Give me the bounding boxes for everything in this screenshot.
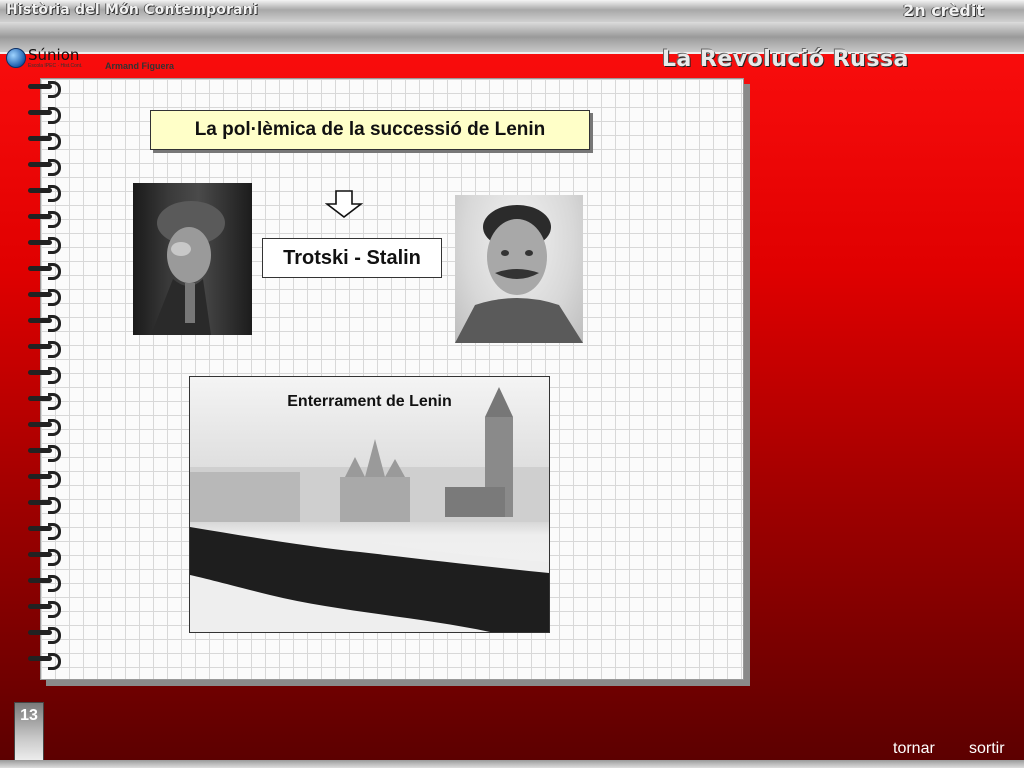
spiral-ring <box>28 210 64 228</box>
spiral-ring <box>28 600 64 618</box>
spiral-ring <box>28 106 64 124</box>
spiral-ring <box>28 626 64 644</box>
spiral-ring <box>28 262 64 280</box>
spiral-ring <box>28 158 64 176</box>
logo-text: Súnion <box>28 46 80 64</box>
trotski-photo <box>133 183 252 335</box>
spiral-ring <box>28 288 64 306</box>
header-top-bar: Història del Món Contemporani 2n crèdit <box>0 0 1024 23</box>
spiral-ring <box>28 574 64 592</box>
logo-subtext: Escola IPEC · Hist.Cont. <box>28 63 83 69</box>
arrow-down-icon <box>325 190 363 218</box>
spiral-ring <box>28 314 64 332</box>
spiral-ring <box>28 340 64 358</box>
spiral-ring <box>28 366 64 384</box>
spiral-ring <box>28 548 64 566</box>
slide-title: La pol·lèmica de la successió de Lenin <box>150 110 590 150</box>
globe-icon <box>6 48 26 68</box>
course-title: Història del Món Contemporani <box>6 2 258 18</box>
spiral-ring <box>28 470 64 488</box>
spiral-ring <box>28 522 64 540</box>
spiral-ring <box>28 184 64 202</box>
spiral-ring <box>28 80 64 98</box>
funeral-caption: Enterrament de Lenin <box>287 393 452 410</box>
header-sub-bar: Súnion Escola IPEC · Hist.Cont. Armand F… <box>0 22 1024 72</box>
stalin-photo <box>455 195 583 343</box>
spiral-ring <box>28 418 64 436</box>
credit-label: 2n crèdit <box>903 1 984 20</box>
spiral-ring <box>28 444 64 462</box>
sunion-logo: Súnion Escola IPEC · Hist.Cont. <box>6 46 101 70</box>
spiral-ring <box>28 496 64 514</box>
exit-link[interactable]: sortir <box>969 740 1005 758</box>
unit-title: La Revolució Russa <box>661 47 909 72</box>
footer-bar <box>0 760 1024 768</box>
notebook-spiral <box>28 80 68 680</box>
back-link[interactable]: tornar <box>893 740 935 758</box>
page-number: 13 <box>20 707 38 724</box>
lenin-funeral-photo: Enterrament de Lenin <box>189 376 550 633</box>
spiral-ring <box>28 652 64 670</box>
spiral-ring <box>28 236 64 254</box>
page-number-box: 13 <box>14 702 44 762</box>
spiral-ring <box>28 132 64 150</box>
spiral-ring <box>28 392 64 410</box>
trotski-stalin-label: Trotski - Stalin <box>262 238 442 278</box>
author-name: Armand Figuera <box>105 61 175 71</box>
